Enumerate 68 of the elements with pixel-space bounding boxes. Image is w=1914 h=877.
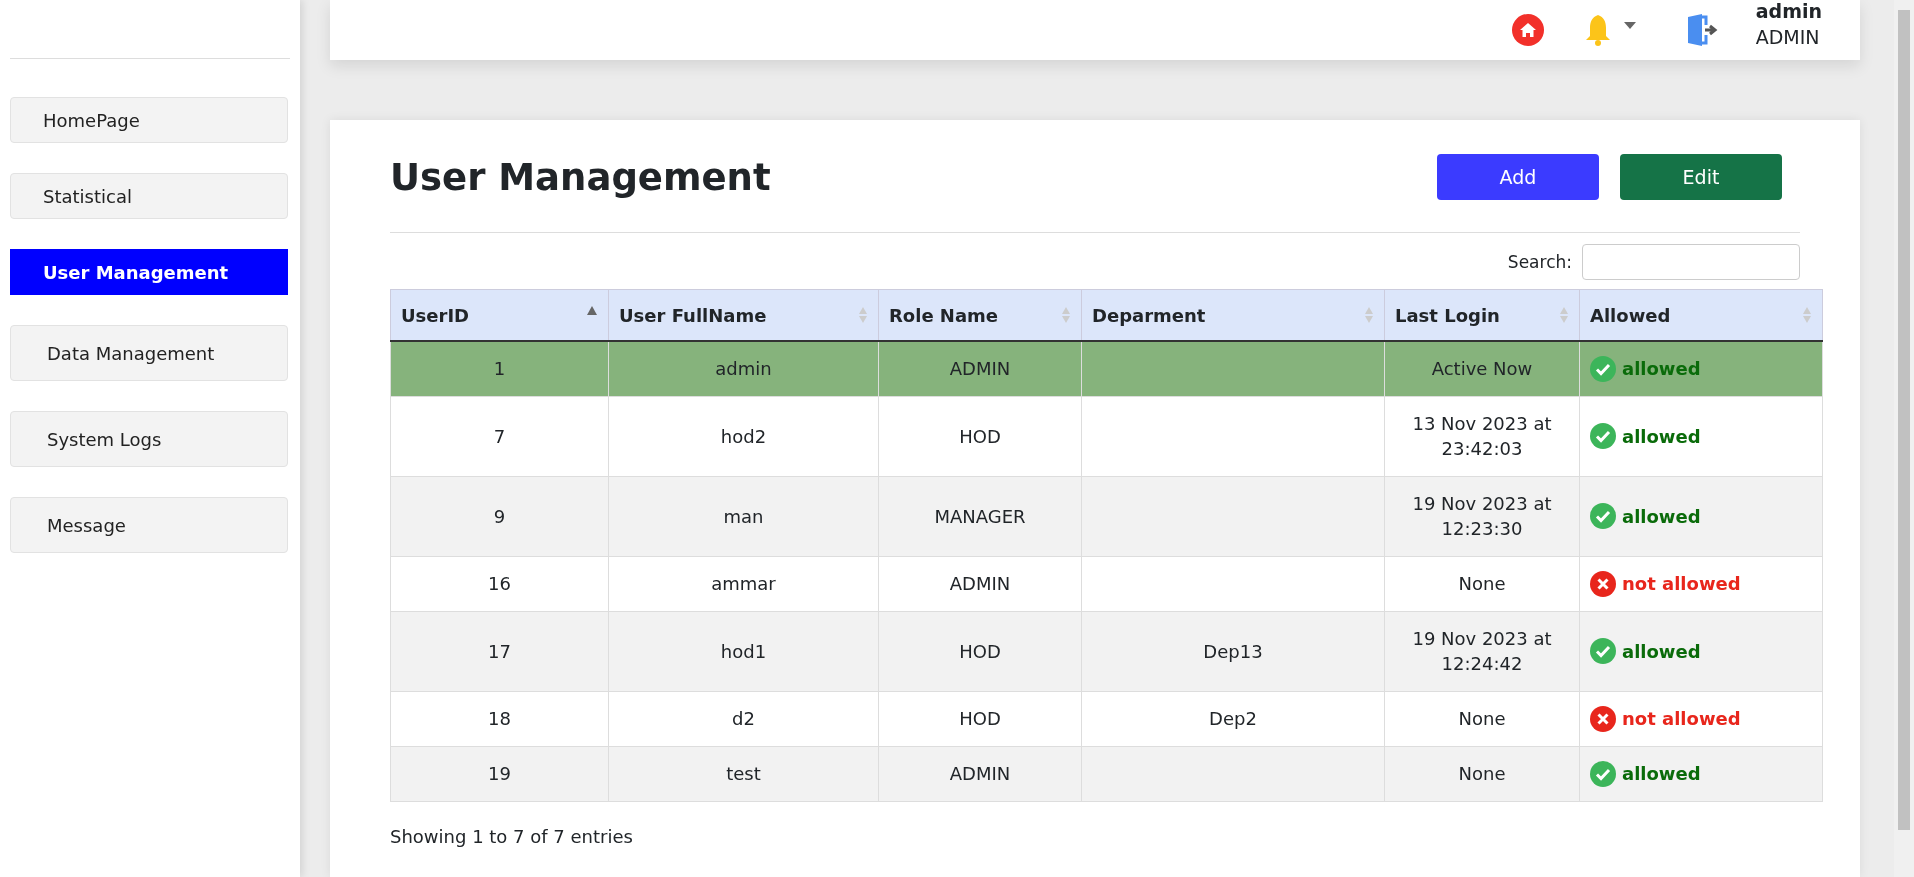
sidebar-item[interactable]: HomePage	[10, 97, 288, 143]
cross-icon	[1590, 570, 1616, 597]
table-cell: None	[1384, 556, 1580, 612]
column-header[interactable]: Role Name	[878, 289, 1082, 341]
edit-button[interactable]: Edit	[1620, 154, 1782, 200]
logout-icon[interactable]	[1685, 13, 1718, 47]
sidebar-item[interactable]: Statistical	[10, 173, 288, 219]
table-cell: 19 Nov 2023 at 12:23:30	[1384, 476, 1580, 557]
table-cell: 9	[390, 476, 609, 557]
status-text: allowed	[1622, 504, 1701, 529]
table-cell: man	[608, 476, 879, 557]
check-icon	[1590, 503, 1616, 529]
table-cell: HOD	[878, 396, 1082, 477]
status-text: allowed	[1622, 357, 1701, 381]
column-header[interactable]: UserID	[390, 289, 609, 341]
check-icon	[1590, 423, 1616, 449]
table-cell: hod2	[608, 396, 879, 477]
table-cell: None	[1384, 746, 1580, 802]
table-cell: test	[608, 746, 879, 802]
table-cell: Dep13	[1081, 611, 1385, 692]
status-text: not allowed	[1622, 707, 1741, 731]
user-role: ADMIN	[1755, 25, 1821, 50]
table-cell: HOD	[878, 691, 1082, 747]
table-cell: ADMIN	[878, 341, 1082, 397]
check-icon	[1590, 760, 1616, 787]
table-cell: Active Now	[1384, 341, 1580, 397]
status-text: not allowed	[1622, 572, 1741, 596]
sidebar-item[interactable]: Data Management	[10, 325, 288, 381]
table-cell: ammar	[608, 556, 879, 612]
table-cell: 16	[390, 556, 609, 612]
sidebar-item[interactable]: User Management	[10, 249, 288, 295]
table-cell: 7	[390, 396, 609, 477]
page-title: User Management	[390, 155, 771, 199]
home-icon[interactable]	[1511, 14, 1544, 46]
table-cell: 17	[390, 611, 609, 692]
caret-icon[interactable]	[1623, 22, 1636, 30]
check-icon	[1590, 355, 1616, 382]
column-header[interactable]: Deparment	[1081, 289, 1385, 341]
status-text: allowed	[1622, 762, 1701, 786]
table-cell: ADMIN	[878, 746, 1082, 802]
entries-info: Showing 1 to 7 of 7 entries	[390, 826, 634, 847]
cross-icon	[1590, 705, 1616, 732]
check-icon	[1590, 638, 1616, 664]
table-cell: admin	[608, 341, 879, 397]
status-text: allowed	[1622, 424, 1701, 449]
table-cell: 19 Nov 2023 at 12:24:42	[1384, 611, 1580, 692]
table-cell: hod1	[608, 611, 879, 692]
column-header[interactable]: User FullName	[608, 289, 879, 341]
sidebar-item[interactable]: System Logs	[10, 411, 288, 467]
table-cell: 18	[390, 691, 609, 747]
table-cell: d2	[608, 691, 879, 747]
status-text: allowed	[1622, 639, 1701, 664]
sidebar-item[interactable]: Message	[10, 497, 288, 553]
search-label: Search:	[1507, 252, 1572, 272]
search-field[interactable]	[1582, 244, 1800, 280]
column-header[interactable]: Last Login	[1384, 289, 1580, 341]
table-cell: ADMIN	[878, 556, 1082, 612]
table-cell: 13 Nov 2023 at 23:42:03	[1384, 396, 1580, 477]
table-cell: None	[1384, 691, 1580, 747]
table-cell: HOD	[878, 611, 1082, 692]
table-cell: Dep2	[1081, 691, 1385, 747]
table-cell: 19	[390, 746, 609, 802]
add-button[interactable]: Add	[1437, 154, 1599, 200]
scrollbar[interactable]	[1894, 0, 1914, 877]
user-name: admin	[1755, 0, 1822, 24]
table-cell: 1	[390, 341, 609, 397]
column-header[interactable]: Allowed	[1579, 289, 1823, 341]
table-cell: MANAGER	[878, 476, 1082, 557]
